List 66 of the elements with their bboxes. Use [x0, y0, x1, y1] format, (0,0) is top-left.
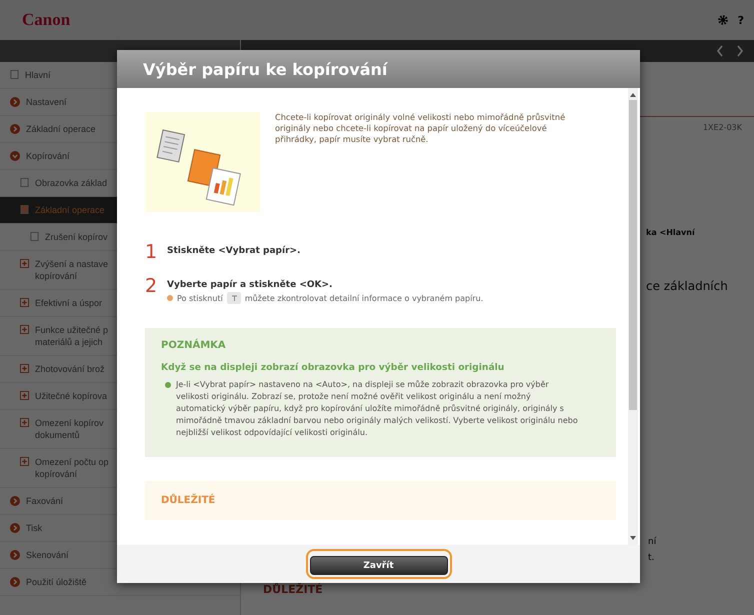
dialog-title: Výběr papíru ke kopírování [143, 60, 388, 78]
plus-box-icon [20, 325, 29, 334]
note-text: Je-li <Vybrat papír> nastaveno na <Auto>, na displeji se může zobrazit obrazovka pro výběr velikosti originálu. Zobrazí se, protože není možné ověřit velikost originálu a není možný automatický výběr papíru, když pro kopírování uložíte mimořádně průsvitné originály, originály s mimořádně tmavou základní barvou nebo originály malých velikostí. Vyberte velikost originálu nebo nejbližší velikost odpovídající velikosti originálu. [176, 379, 579, 439]
sidebar-label: Omezení počtu op kopírování [35, 456, 109, 480]
sidebar-label: Základní operace [26, 123, 96, 135]
scroll-down-icon[interactable] [630, 536, 636, 540]
sidebar-label: Hlavní [25, 69, 51, 81]
body-text: ní [648, 537, 656, 547]
sidebar-label: Kopírování [26, 150, 70, 162]
intro-text: Chcete-li kopírovat originály volné velikosti nebo mimořádně průsvitné originály nebo chcete-li kopírovat na papír uložený do víceúčelové přihrádky, papír musíte vybrat ručně. [275, 112, 566, 146]
bullet-icon [167, 295, 173, 301]
page-icon [30, 232, 39, 241]
close-button[interactable]: Zavřít [310, 556, 448, 576]
important-heading: DŮLEŽITÉ [161, 495, 216, 506]
sidebar-label: Faxování [26, 495, 64, 507]
plus-box-icon [20, 391, 29, 400]
plus-box-icon [20, 364, 29, 373]
plus-box-icon [20, 418, 29, 427]
note-heading: POZNÁMKA [161, 340, 227, 351]
sidebar-label: Nastavení [26, 96, 67, 108]
sidebar-label: Efektivní a úspor [35, 297, 102, 309]
plus-box-icon [20, 298, 29, 307]
sidebar-label: Omezení kopírov dokumentů [35, 417, 104, 441]
sidebar-label: Tisk [26, 522, 42, 534]
page-icon [10, 70, 19, 79]
body-text: ka <Hlavní [646, 228, 695, 237]
chevron-right-icon [10, 496, 20, 506]
step-number: 1 [145, 242, 157, 262]
step-text: Vyberte papír a stiskněte <OK>. [167, 280, 334, 290]
chevron-right-icon [10, 124, 20, 134]
chevron-right-icon[interactable] [736, 45, 744, 57]
key-icon [226, 292, 241, 304]
plus-box-icon [20, 457, 29, 466]
chevron-right-icon [10, 577, 20, 587]
sidebar-label: Obrazovka základ [35, 177, 108, 189]
scrollbar[interactable] [628, 88, 638, 545]
note-text: můžete zkontrolovat detailní informace o vybraném papíru. [244, 294, 484, 302]
chevron-right-icon [10, 550, 20, 560]
document-code: 1XE2-03K [702, 123, 742, 132]
note-subheading: Když se na displeji zobrazí obrazovka pro výběr velikosti originálu [161, 362, 506, 373]
note-text: Po stisknutí [177, 294, 223, 302]
page-icon [20, 205, 29, 214]
sidebar-label: Zrušení kopírov [45, 231, 108, 243]
sidebar-label: Skenování [26, 549, 69, 561]
chevron-right-icon [10, 97, 20, 107]
settings-icon[interactable] [718, 15, 728, 25]
chevron-right-icon [10, 523, 20, 533]
bullet-icon [165, 382, 171, 388]
page-icon [20, 178, 29, 187]
step-text: Stiskněte <Vybrat papír>. [167, 246, 300, 256]
logo: Canon [22, 10, 70, 30]
important-heading: DŮLEŽITÉ [263, 583, 323, 596]
chevron-down-icon [10, 151, 20, 161]
step-number: 2 [145, 276, 157, 296]
sidebar-label: Užitečné kopírova [35, 390, 108, 402]
heading-text: ce základních [646, 279, 728, 293]
body-text: t. [648, 553, 654, 563]
scrollbar-thumb[interactable] [629, 100, 637, 410]
sidebar-label: Základní operace [35, 204, 105, 216]
sidebar-label: Funkce užitečné p materiálů a jejich [35, 324, 108, 348]
scroll-up-icon[interactable] [630, 93, 636, 97]
sidebar-label: Zvýšení a nastave kopírování [35, 258, 108, 282]
chevron-left-icon[interactable] [716, 45, 724, 57]
sidebar-label: Použití úložiště [26, 576, 87, 588]
sidebar-label: Zhotovování brož [35, 363, 105, 375]
plus-box-icon [20, 259, 29, 268]
